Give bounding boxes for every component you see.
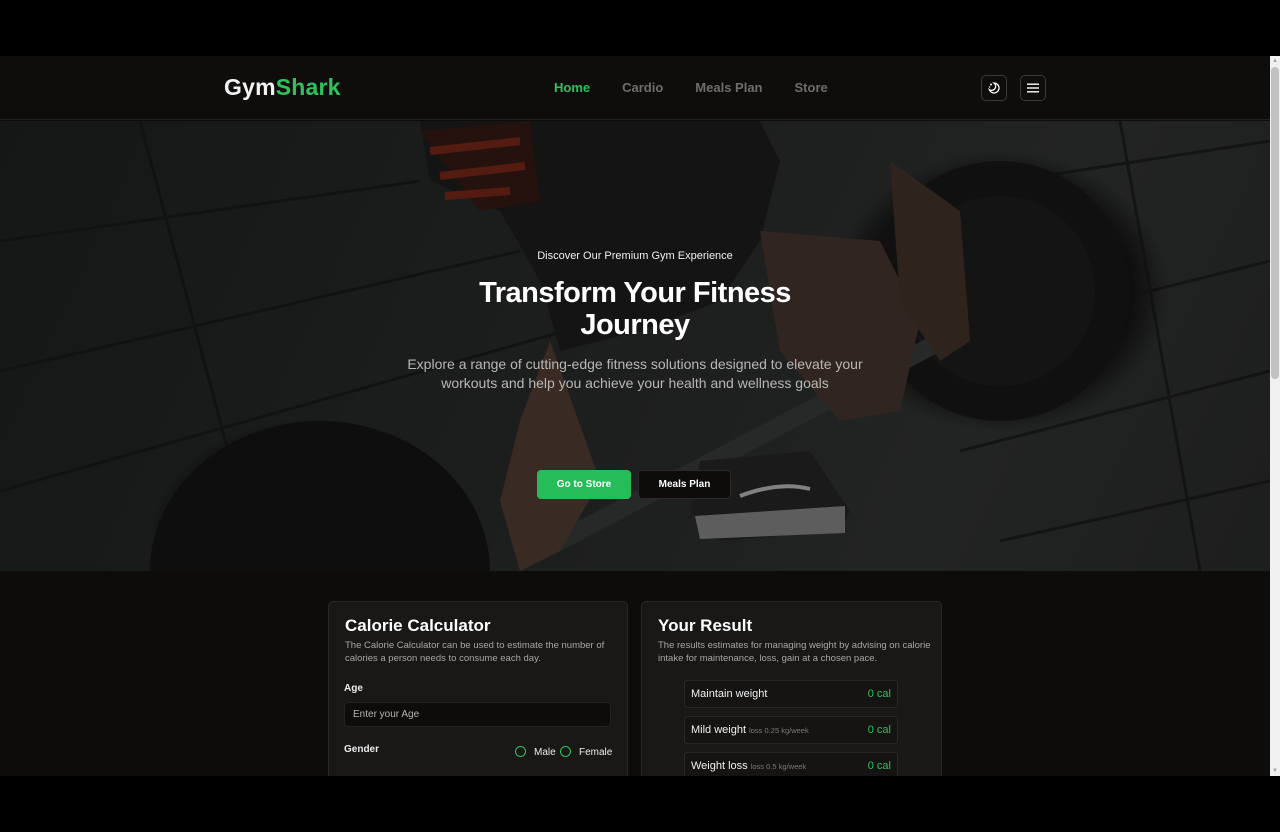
result-row-name: Maintain weight (691, 688, 768, 700)
gender-female-radio[interactable] (560, 746, 571, 757)
page-scrollbar[interactable]: ▲ ▼ (1270, 56, 1280, 776)
gender-male-label: Male (534, 747, 556, 758)
gender-male-radio[interactable] (515, 746, 526, 757)
gender-label: Gender (344, 744, 380, 755)
menu-button[interactable] (1020, 75, 1046, 101)
result-row-note: loss 0.25 kg/week (749, 726, 809, 735)
result-row-name: Weight loss (691, 760, 748, 772)
result-row-value: 0 cal (867, 724, 891, 736)
hero-title: Transform Your Fitness Journey (479, 277, 791, 341)
hamburger-menu-icon (1027, 83, 1039, 93)
logo-part-1: Gym (224, 74, 276, 100)
hero-subtitle: Explore a range of cutting-edge fitness … (407, 356, 863, 391)
browser-viewport: GymShark Home Cardio Meals Plan Store Di… (0, 56, 1280, 776)
nav-home[interactable]: Home (554, 80, 590, 95)
nav-store[interactable]: Store (795, 80, 828, 95)
age-input[interactable] (344, 702, 611, 727)
scroll-down-arrow-icon[interactable]: ▼ (1270, 766, 1280, 776)
theme-toggle-icon (988, 82, 1000, 94)
result-row-value: 0 cal (867, 688, 891, 700)
logo-part-2: Shark (275, 74, 341, 100)
hero-overlay (0, 121, 1270, 571)
hero-kicker: Discover Our Premium Gym Experience (537, 250, 733, 262)
result-description: The results estimates for managing weigh… (658, 640, 931, 664)
meals-plan-button[interactable]: Meals Plan (638, 470, 731, 499)
theme-toggle-button[interactable] (981, 75, 1007, 101)
go-to-store-button[interactable]: Go to Store (537, 470, 631, 499)
result-row-note: loss 0.5 kg/week (750, 762, 807, 771)
nav-meals-plan[interactable]: Meals Plan (695, 80, 762, 95)
logo[interactable]: GymShark (224, 74, 341, 101)
navbar: GymShark Home Cardio Meals Plan Store (0, 56, 1270, 120)
hero-section: Discover Our Premium Gym Experience Tran… (0, 121, 1270, 571)
calculator-description: The Calorie Calculator can be used to es… (345, 640, 605, 664)
result-row-value: 0 cal (867, 760, 891, 772)
scroll-up-arrow-icon[interactable]: ▲ (1270, 56, 1280, 66)
nav-cardio[interactable]: Cardio (622, 80, 663, 95)
gender-female-label: Female (579, 747, 613, 758)
result-row-name: Mild weight (691, 724, 747, 736)
scroll-thumb[interactable] (1271, 67, 1279, 379)
result-row-maintain: Maintain weight 0 cal (684, 680, 898, 708)
calculator-title: Calorie Calculator (345, 616, 491, 635)
age-label: Age (344, 683, 363, 694)
result-row-mild-loss: Mild weight loss 0.25 kg/week 0 cal (684, 716, 898, 744)
result-row-weight-loss: Weight loss loss 0.5 kg/week 0 cal (684, 752, 898, 776)
nav-links: Home Cardio Meals Plan Store (554, 80, 828, 95)
result-title: Your Result (658, 616, 753, 635)
